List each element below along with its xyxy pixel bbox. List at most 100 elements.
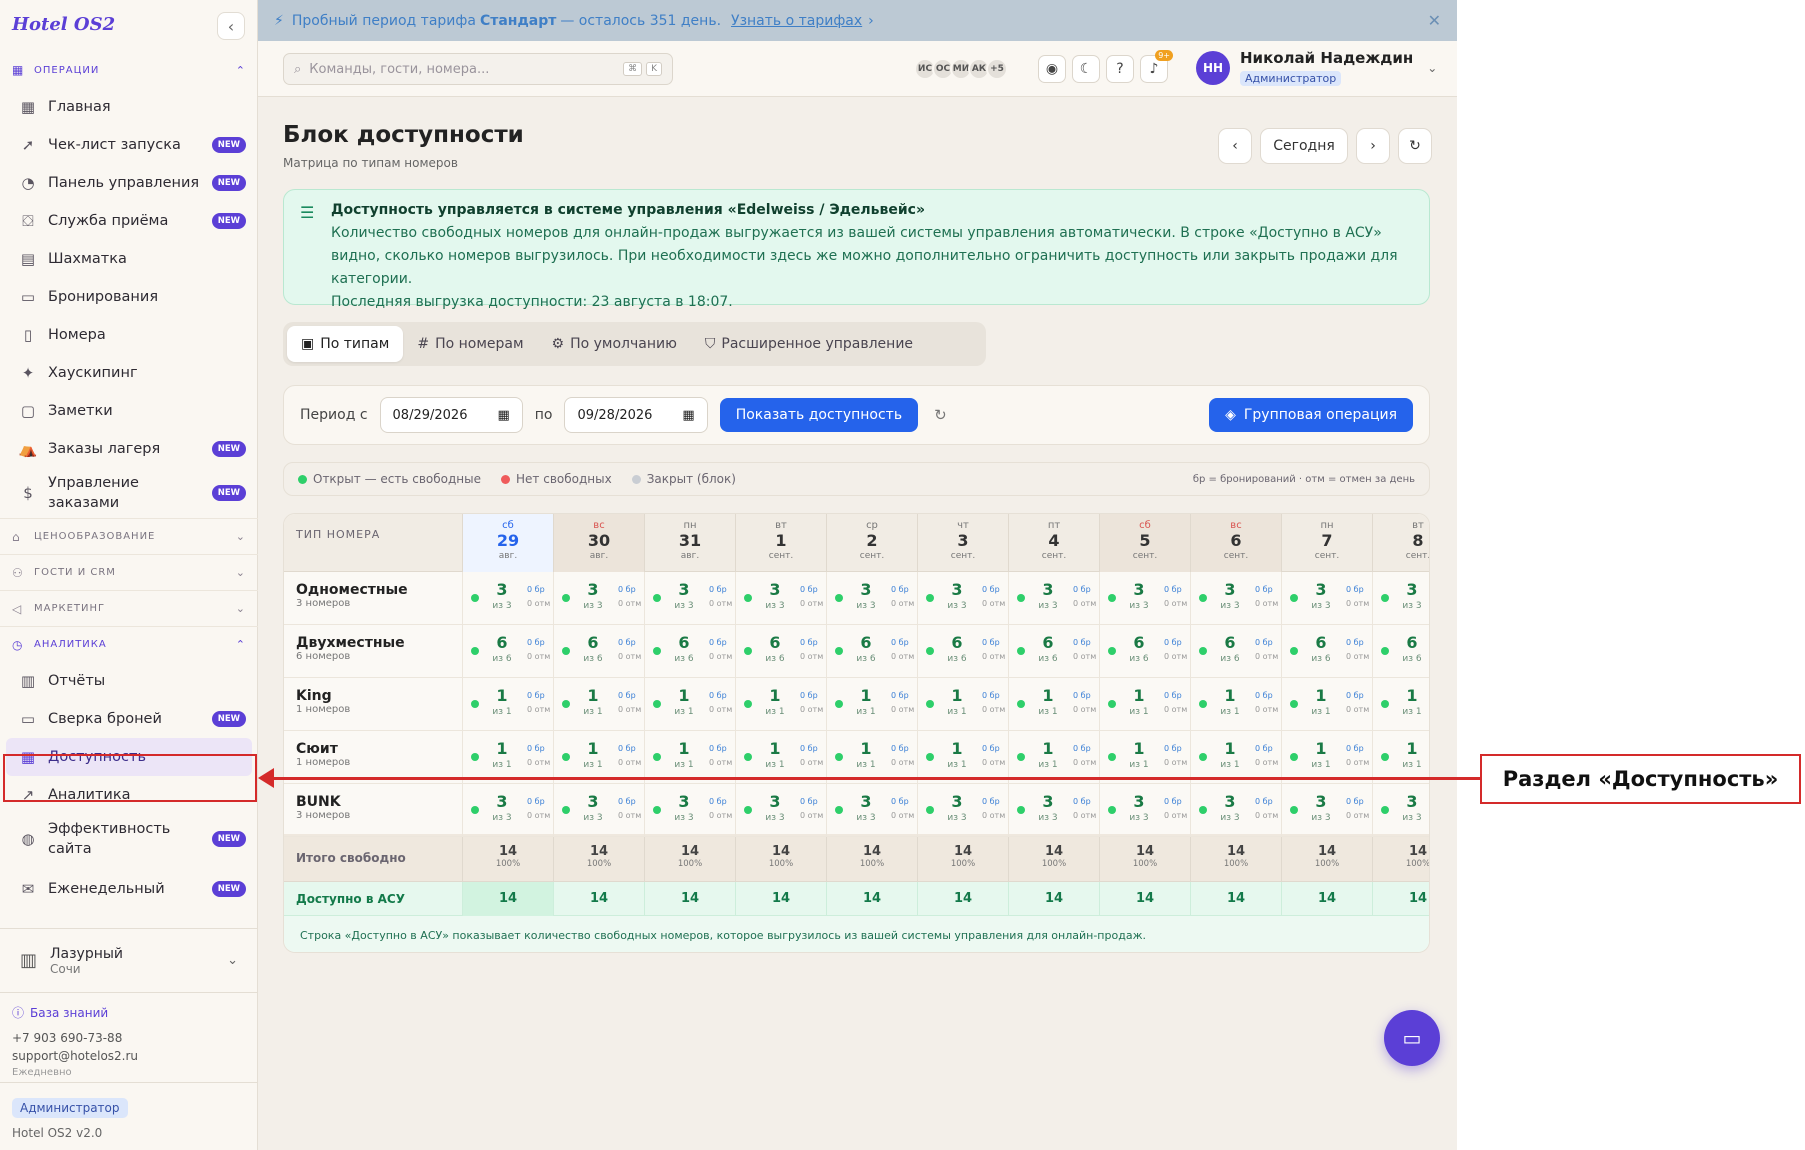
availability-cell[interactable]: 3из 30 бр0 отм (735, 784, 826, 836)
date-column-header[interactable]: пн 7 сент. (1281, 514, 1372, 572)
help-button[interactable]: ? (1106, 55, 1134, 83)
date-column-header[interactable]: вт 1 сент. (735, 514, 826, 572)
avatar[interactable]: +5 (986, 58, 1008, 80)
availability-cell[interactable]: 3из 30 бр0 отм (735, 572, 826, 624)
availability-cell[interactable]: 1из 10 бр0 отм (917, 678, 1008, 730)
availability-cell[interactable]: 3из 30 бр0 отм (1372, 572, 1429, 624)
sidebar-item-siteperf[interactable]: ◍ Эффективность сайта NEW (0, 814, 258, 864)
date-column-header[interactable]: вс 6 сент. (1190, 514, 1281, 572)
availability-cell[interactable]: 1из 10 бр0 отм (1099, 678, 1190, 730)
availability-cell[interactable]: 1из 10 бр0 отм (1281, 678, 1372, 730)
availability-cell[interactable]: 6из 60 бр0 отм (1099, 625, 1190, 677)
show-availability-button[interactable]: Показать доступность (719, 398, 919, 432)
reset-icon[interactable]: ↻ (934, 406, 947, 424)
availability-cell[interactable]: 3из 30 бр0 отм (1190, 784, 1281, 836)
sidebar-item-chess[interactable]: ▤ Шахматка (0, 240, 258, 278)
availability-cell[interactable]: 1из 10 бр0 отм (1190, 678, 1281, 730)
availability-cell[interactable]: 3из 30 бр0 отм (462, 784, 553, 836)
availability-cell[interactable]: 6из 60 бр0 отм (644, 625, 735, 677)
section-pricing[interactable]: ⌂ ЦЕНООБРАЗОВАНИЕ ⌄ (0, 518, 258, 554)
availability-cell[interactable]: 3из 30 бр0 отм (1190, 572, 1281, 624)
date-column-header[interactable]: сб 5 сент. (1099, 514, 1190, 572)
sidebar-item-notes[interactable]: ▢ Заметки (0, 392, 258, 430)
date-to-input[interactable]: 09/28/2026 ▦ (564, 397, 708, 433)
refresh-button[interactable]: ↻ (1398, 128, 1432, 164)
group-operation-button[interactable]: ◈ Групповая операция (1209, 398, 1413, 432)
availability-cell[interactable]: 6из 60 бр0 отм (1008, 625, 1099, 677)
sidebar-item-weekly[interactable]: ✉ Еженедельный NEW (0, 864, 258, 914)
availability-cell[interactable]: 1из 10 бр0 отм (735, 678, 826, 730)
availability-cell[interactable]: 1из 10 бр0 отм (1190, 731, 1281, 783)
availability-cell[interactable]: 1из 10 бр0 отм (917, 731, 1008, 783)
availability-cell[interactable]: 3из 30 бр0 отм (462, 572, 553, 624)
availability-cell[interactable]: 6из 60 бр0 отм (553, 625, 644, 677)
availability-cell[interactable]: 1из 10 бр0 отм (1372, 678, 1429, 730)
availability-cell[interactable]: 1из 10 бр0 отм (1099, 731, 1190, 783)
availability-cell[interactable]: 1из 10 бр0 отм (1008, 678, 1099, 730)
tariffs-link[interactable]: Узнать о тарифах (731, 13, 862, 29)
date-column-header[interactable]: сб 29 авг. (462, 514, 553, 572)
date-column-header[interactable]: пт 4 сент. (1008, 514, 1099, 572)
online-users[interactable]: ИС ОС МИ АК +5 (914, 58, 1008, 80)
availability-cell[interactable]: 1из 10 бр0 отм (644, 678, 735, 730)
user-menu[interactable]: НН Николай Надеждин Администратор ⌄ (1196, 49, 1437, 86)
section-marketing[interactable]: ◁ МАРКЕТИНГ ⌄ (0, 590, 258, 626)
app-logo[interactable]: Hotel OS2 (12, 14, 115, 35)
prev-period-button[interactable]: ‹ (1218, 128, 1252, 164)
availability-cell[interactable]: 3из 30 бр0 отм (644, 572, 735, 624)
availability-cell[interactable]: 3из 30 бр0 отм (917, 784, 1008, 836)
hotel-selector[interactable]: ▥ Лазурный Сочи ⌄ (0, 928, 258, 992)
command-search-input[interactable]: ⌕ Команды, гости, номера... ⌘ K (283, 53, 673, 85)
availability-cell[interactable]: 1из 10 бр0 отм (1372, 731, 1429, 783)
collapse-sidebar-button[interactable]: ‹ (217, 12, 245, 40)
date-column-header[interactable]: ср 2 сент. (826, 514, 917, 572)
dark-mode-button[interactable]: ☾ (1072, 55, 1100, 83)
availability-cell[interactable]: 6из 60 бр0 отм (1372, 625, 1429, 677)
tab-by-rooms[interactable]: # По номерам (403, 326, 537, 362)
availability-cell[interactable]: 6из 60 бр0 отм (462, 625, 553, 677)
availability-cell[interactable]: 6из 60 бр0 отм (917, 625, 1008, 677)
section-operations[interactable]: ▦ ОПЕРАЦИИ ⌃ (0, 52, 258, 88)
today-button[interactable]: Сегодня (1260, 128, 1348, 164)
sidebar-item-housekeeping[interactable]: ✦ Хаускипинг (0, 354, 258, 392)
availability-cell[interactable]: 3из 30 бр0 отм (826, 572, 917, 624)
availability-cell[interactable]: 6из 60 бр0 отм (826, 625, 917, 677)
availability-cell[interactable]: 1из 10 бр0 отм (826, 731, 917, 783)
availability-cell[interactable]: 1из 10 бр0 отм (644, 731, 735, 783)
support-email[interactable]: support@hotelos2.ru (12, 1047, 246, 1065)
theme-palette-button[interactable]: ◉ (1038, 55, 1066, 83)
date-column-header[interactable]: пн 31 авг. (644, 514, 735, 572)
availability-cell[interactable]: 3из 30 бр0 отм (1372, 784, 1429, 836)
sidebar-item-camp[interactable]: ⛺ Заказы лагеря NEW (0, 430, 258, 468)
availability-cell[interactable]: 3из 30 бр0 отм (826, 784, 917, 836)
sidebar-item-bookings[interactable]: ▭ Бронирования (0, 278, 258, 316)
knowledge-base-link[interactable]: ⓘ База знаний (12, 1004, 246, 1021)
sidebar-item-orders[interactable]: $ Управление заказами NEW (0, 468, 258, 518)
sidebar-item-home[interactable]: ▦ Главная (0, 88, 258, 126)
availability-cell[interactable]: 6из 60 бр0 отм (1190, 625, 1281, 677)
chat-button[interactable]: ▭ (1384, 1010, 1440, 1066)
tab-by-types[interactable]: ▣ По типам (287, 326, 404, 362)
support-phone[interactable]: +7 903 690-73-88 (12, 1029, 246, 1047)
availability-cell[interactable]: 3из 30 бр0 отм (917, 572, 1008, 624)
availability-cell[interactable]: 3из 30 бр0 отм (1281, 784, 1372, 836)
date-column-header[interactable]: вс 30 авг. (553, 514, 644, 572)
availability-cell[interactable]: 6из 60 бр0 отм (735, 625, 826, 677)
sidebar-item-reconcile[interactable]: ▭ Сверка броней NEW (0, 700, 258, 738)
date-column-header[interactable]: вт 8 сент. (1372, 514, 1429, 572)
date-column-header[interactable]: чт 3 сент. (917, 514, 1008, 572)
availability-cell[interactable]: 1из 10 бр0 отм (1008, 731, 1099, 783)
availability-cell[interactable]: 3из 30 бр0 отм (1281, 572, 1372, 624)
availability-cell[interactable]: 1из 10 бр0 отм (1281, 731, 1372, 783)
availability-cell[interactable]: 3из 30 бр0 отм (553, 572, 644, 624)
availability-cell[interactable]: 6из 60 бр0 отм (1281, 625, 1372, 677)
availability-cell[interactable]: 3из 30 бр0 отм (644, 784, 735, 836)
sidebar-item-dashboard[interactable]: ◔ Панель управления NEW (0, 164, 258, 202)
availability-cell[interactable]: 3из 30 бр0 отм (553, 784, 644, 836)
tab-advanced[interactable]: ⛉ Расширенное управление (691, 326, 927, 362)
availability-cell[interactable]: 1из 10 бр0 отм (462, 731, 553, 783)
availability-cell[interactable]: 1из 10 бр0 отм (462, 678, 553, 730)
availability-cell[interactable]: 3из 30 бр0 отм (1099, 784, 1190, 836)
section-analytics[interactable]: ◷ АНАЛИТИКА ⌃ (0, 626, 258, 662)
availability-cell[interactable]: 3из 30 бр0 отм (1008, 572, 1099, 624)
